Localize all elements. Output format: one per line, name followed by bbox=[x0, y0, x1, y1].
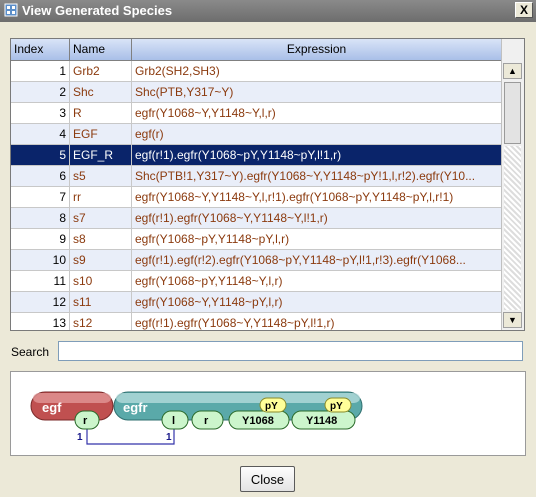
cell-index: 1 bbox=[11, 61, 70, 81]
cell-expression: egf(r!1).egfr(Y1068~Y,Y1148~pY,l!1,r) bbox=[132, 313, 502, 330]
title-bar: View Generated Species X bbox=[0, 0, 536, 22]
cell-expression: egfr(Y1068~pY,Y1148~Y,l,r) bbox=[132, 271, 502, 291]
state-y1068-label: pY bbox=[265, 401, 278, 412]
table-row[interactable]: 6 s5 Shc(PTB!1,Y317~Y).egfr(Y1068~Y,Y1148~… bbox=[11, 166, 502, 187]
bond-line bbox=[86, 429, 175, 445]
cell-index: 6 bbox=[11, 166, 70, 186]
table-row[interactable]: 1 Grb2 Grb2(SH2,SH3) bbox=[11, 61, 502, 82]
cell-expression: egfr(Y1068~Y,Y1148~Y,l,r) bbox=[132, 103, 502, 123]
window-close-button[interactable]: X bbox=[515, 2, 533, 18]
cell-expression: Shc(PTB!1,Y317~Y).egfr(Y1068~Y,Y1148~pY!… bbox=[132, 166, 502, 186]
cell-expression: egf(r!1).egfr(Y1068~pY,Y1148~pY,l!1,r) bbox=[132, 145, 502, 165]
cell-expression: egfr(Y1068~Y,Y1148~Y,l,r!1).egfr(Y1068~p… bbox=[132, 187, 502, 207]
table-row[interactable]: 9 s8 egfr(Y1068~pY,Y1148~pY,l,r) bbox=[11, 229, 502, 250]
species-table: Index Name Expression 1 Grb2 Grb2(SH2,SH3)… bbox=[10, 38, 525, 331]
cell-name: s11 bbox=[70, 292, 132, 312]
species-diagram-canvas: 1 1 egf r egfr l r Y1068 pY Y1148 pY bbox=[30, 391, 363, 445]
cell-name: s10 bbox=[70, 271, 132, 291]
cell-name: Shc bbox=[70, 82, 132, 102]
window-title: View Generated Species bbox=[22, 3, 173, 18]
cell-name: s12 bbox=[70, 313, 132, 330]
component-egfr-r-label: r bbox=[204, 415, 209, 427]
cell-index: 3 bbox=[11, 103, 70, 123]
cell-name: s8 bbox=[70, 229, 132, 249]
table-row[interactable]: 12 s11 egfr(Y1068~Y,Y1148~pY,l,r) bbox=[11, 292, 502, 313]
close-button[interactable]: Close bbox=[240, 466, 295, 492]
molecule-egf-label: egf bbox=[42, 400, 62, 415]
scroll-thumb[interactable] bbox=[504, 82, 521, 144]
cell-expression: egf(r!1).egf(r!2).egfr(Y1068~pY,Y1148~pY… bbox=[132, 250, 502, 270]
table-body: 1 Grb2 Grb2(SH2,SH3) 2 Shc Shc(PTB,Y317~Y) 3 Re… bbox=[11, 61, 502, 330]
search-input[interactable] bbox=[58, 341, 523, 361]
cell-expression: egf(r) bbox=[132, 124, 502, 144]
column-header-index[interactable]: Index bbox=[11, 39, 70, 60]
cell-name: EGF bbox=[70, 124, 132, 144]
table-row[interactable]: 7 rr egfr(Y1068~Y,Y1148~Y,l,r!1).egfr(Y106… bbox=[11, 187, 502, 208]
cell-name: R bbox=[70, 103, 132, 123]
component-egfr-y1148-label: Y1148 bbox=[306, 415, 337, 427]
cell-index: 8 bbox=[11, 208, 70, 228]
table-row[interactable]: 4 EGF egf(r) bbox=[11, 124, 502, 145]
table-row[interactable]: 13 s12 egf(r!1).egfr(Y1068~Y,Y1148~pY,l!1,… bbox=[11, 313, 502, 330]
cell-expression: egf(r!1).egfr(Y1068~Y,Y1148~Y,l!1,r) bbox=[132, 208, 502, 228]
cell-expression: egfr(Y1068~pY,Y1148~pY,l,r) bbox=[132, 229, 502, 249]
cell-expression: Grb2(SH2,SH3) bbox=[132, 61, 502, 81]
cell-index: 11 bbox=[11, 271, 70, 291]
table-row[interactable]: 5 EGF_R egf(r!1).egfr(Y1068~pY,Y1148~pY,l!… bbox=[11, 145, 502, 166]
species-diagram: 1 1 egf r egfr l r Y1068 pY Y1148 pY bbox=[10, 371, 526, 456]
table-header: Index Name Expression bbox=[11, 39, 502, 61]
column-header-name[interactable]: Name bbox=[70, 39, 132, 60]
cell-index: 2 bbox=[11, 82, 70, 102]
search-label: Search bbox=[11, 345, 50, 359]
cell-name: s9 bbox=[70, 250, 132, 270]
state-y1148-label: pY bbox=[330, 401, 343, 412]
app-icon bbox=[4, 3, 18, 17]
cell-name: rr bbox=[70, 187, 132, 207]
table-row[interactable]: 2 Shc Shc(PTB,Y317~Y) bbox=[11, 82, 502, 103]
cell-index: 4 bbox=[11, 124, 70, 144]
table-row[interactable]: 3 Regfr(Y1068~Y,Y1148~Y,l,r) bbox=[11, 103, 502, 124]
table-row[interactable]: 10 s9 egf(r!1).egf(r!2).egfr(Y1068~pY,Y114… bbox=[11, 250, 502, 271]
cell-index: 7 bbox=[11, 187, 70, 207]
component-egfr-l-label: l bbox=[172, 415, 175, 427]
table-row[interactable]: 11 s10 egfr(Y1068~pY,Y1148~Y,l,r) bbox=[11, 271, 502, 292]
cell-name: s5 bbox=[70, 166, 132, 186]
bond-label-left: 1 bbox=[77, 432, 83, 443]
cell-index: 9 bbox=[11, 229, 70, 249]
scroll-down-button[interactable]: ▼ bbox=[503, 312, 522, 328]
cell-expression: egfr(Y1068~Y,Y1148~pY,l,r) bbox=[132, 292, 502, 312]
bond-label-right: 1 bbox=[166, 432, 172, 443]
cell-index: 12 bbox=[11, 292, 70, 312]
molecule-egfr-shine bbox=[116, 393, 360, 403]
component-egfr-y1068-label: Y1068 bbox=[242, 415, 274, 427]
cell-expression: Shc(PTB,Y317~Y) bbox=[132, 82, 502, 102]
cell-index: 10 bbox=[11, 250, 70, 270]
cell-name: s7 bbox=[70, 208, 132, 228]
scroll-up-button[interactable]: ▲ bbox=[503, 63, 522, 79]
table-row[interactable]: 8 s7 egf(r!1).egfr(Y1068~Y,Y1148~Y,l!1,r) bbox=[11, 208, 502, 229]
scroll-track[interactable] bbox=[504, 146, 521, 310]
cell-index: 13 bbox=[11, 313, 70, 330]
cell-name: Grb2 bbox=[70, 61, 132, 81]
cell-index: 5 bbox=[11, 145, 70, 165]
cell-name: EGF_R bbox=[70, 145, 132, 165]
vertical-scrollbar[interactable]: ▲ ▼ bbox=[501, 39, 524, 330]
component-egf-r-label: r bbox=[83, 415, 88, 427]
column-header-expression[interactable]: Expression bbox=[132, 39, 502, 60]
molecule-egfr-label: egfr bbox=[123, 400, 148, 415]
